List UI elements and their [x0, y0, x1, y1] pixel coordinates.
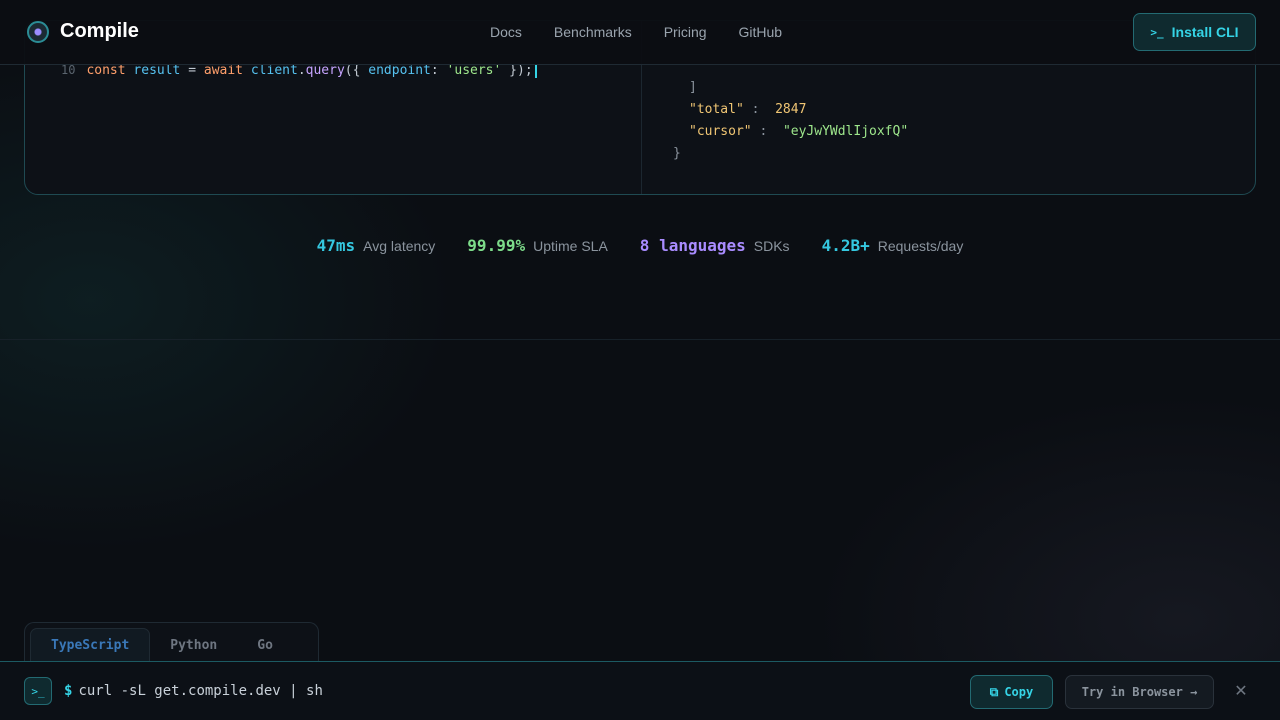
stat-value: 8 languages: [639, 236, 746, 255]
stat-value: 47ms: [316, 236, 356, 255]
line-number: 10: [61, 63, 76, 77]
json-row: ]: [673, 77, 908, 99]
nav-benchmarks[interactable]: Benchmarks: [554, 24, 632, 40]
code-token: =: [180, 63, 204, 78]
compile-logo-icon: [27, 20, 49, 43]
install-cli-button[interactable]: >_ Install CLI: [1133, 13, 1256, 51]
nav-docs[interactable]: Docs: [490, 24, 522, 40]
code-token: 'users': [446, 63, 502, 78]
json-key: "total": [689, 102, 744, 117]
copy-button[interactable]: ⧉ Copy: [970, 675, 1053, 709]
install-command: $ curl -sL get.compile.dev | sh: [64, 683, 323, 699]
code-token: const: [86, 63, 126, 78]
stat-label: SDKs: [753, 238, 790, 254]
tab-typescript[interactable]: TypeScript: [30, 628, 151, 662]
json-key: "cursor": [689, 124, 752, 139]
brand[interactable]: Compile: [27, 20, 139, 43]
stat-label: Requests/day: [877, 238, 964, 254]
copy-label: Copy: [1004, 685, 1034, 699]
terminal-icon: >_: [1150, 25, 1164, 39]
prompt-symbol: $: [64, 683, 73, 699]
json-row: "cursor" : "eyJwYWdlIjoxfQ": [689, 124, 909, 139]
json-row: }: [673, 143, 908, 165]
json-response: ] "total" : 2847 "cursor" : "eyJwYWdlIjo…: [673, 77, 908, 165]
code-token: query: [305, 63, 345, 78]
text-caret: [534, 63, 537, 78]
brand-name: Compile: [60, 20, 139, 42]
section-divider: [0, 339, 1280, 340]
code-line-10: 10 const result = await client.query({ en…: [61, 63, 537, 78]
site-header: Compile Docs Benchmarks Pricing GitHub >…: [0, 0, 1280, 65]
stat-requests: 4.2B+ Requests/day: [822, 236, 964, 255]
close-icon[interactable]: ✕: [1232, 682, 1250, 700]
stat-latency: 47ms Avg latency: [317, 236, 436, 255]
stat-label: Uptime SLA: [533, 238, 608, 254]
tab-go[interactable]: Go: [237, 628, 293, 662]
copy-icon: ⧉: [989, 684, 999, 699]
tab-python[interactable]: Python: [150, 628, 237, 662]
install-cli-label: Install CLI: [1171, 24, 1239, 40]
stats-row: 47ms Avg latency 99.99% Uptime SLA 8 lan…: [0, 236, 1280, 255]
stat-sdks: 8 languages SDKs: [640, 236, 790, 255]
json-bracket: ]: [689, 80, 697, 95]
nav-github[interactable]: GitHub: [739, 24, 783, 40]
stat-uptime: 99.99% Uptime SLA: [467, 236, 608, 255]
json-row: "total" : 2847: [689, 102, 807, 117]
code-token: ({: [344, 63, 369, 78]
code-token: client: [250, 63, 298, 78]
try-in-browser-button[interactable]: Try in Browser →: [1065, 675, 1214, 709]
stat-value: 4.2B+: [821, 236, 870, 255]
code-token: .: [297, 63, 306, 78]
main-nav: Docs Benchmarks Pricing GitHub: [490, 24, 814, 40]
code-token: await: [203, 63, 244, 78]
terminal-icon: >_: [24, 677, 52, 705]
code-token: result: [133, 63, 181, 78]
json-value: 2847: [775, 102, 807, 117]
json-value: "eyJwYWdlIjoxfQ": [782, 124, 909, 139]
code-token: :: [430, 63, 447, 78]
code-token: endpoint: [368, 63, 431, 78]
command-text: curl -sL get.compile.dev | sh: [78, 683, 323, 699]
stat-label: Avg latency: [363, 238, 436, 254]
stat-value: 99.99%: [467, 236, 526, 255]
install-bar: >_ $ curl -sL get.compile.dev | sh ⧉ Copy…: [0, 661, 1280, 720]
json-brace: }: [673, 146, 681, 161]
code-token: });: [501, 63, 533, 78]
nav-pricing[interactable]: Pricing: [664, 24, 707, 40]
